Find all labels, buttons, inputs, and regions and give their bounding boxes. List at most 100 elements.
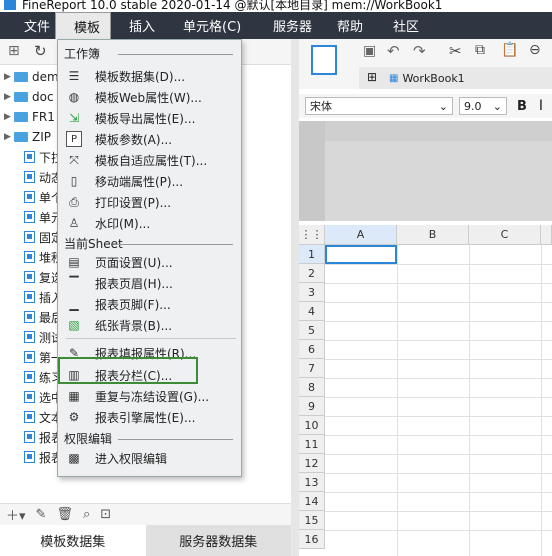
grid-icon: ⊞ bbox=[367, 70, 378, 84]
tree-folder[interactable]: ▶ doc bbox=[4, 87, 54, 107]
parameter-icon: P bbox=[66, 131, 82, 147]
menu-item-export-attributes[interactable]: ⇲ 模板导出属性(E)... bbox=[66, 108, 236, 128]
menu-item-paper-background[interactable]: ▧ 纸张背景(B)... bbox=[66, 315, 236, 335]
stamp-icon: ♙ bbox=[68, 216, 80, 230]
row-header[interactable]: 1 bbox=[299, 245, 325, 264]
delete-icon[interactable]: 🗑 bbox=[56, 507, 73, 522]
tree-folder[interactable]: ▶ dem bbox=[4, 67, 59, 87]
save-icon[interactable]: ▣ bbox=[363, 43, 376, 59]
row-header[interactable]: 4 bbox=[299, 302, 325, 321]
report-file-icon bbox=[24, 351, 35, 363]
row-header[interactable]: 14 bbox=[299, 492, 325, 511]
ruler-area bbox=[299, 121, 552, 221]
vertical-ruler bbox=[299, 121, 325, 221]
row-header[interactable]: 11 bbox=[299, 435, 325, 454]
search-file-icon[interactable]: ⌕ bbox=[83, 507, 90, 522]
row-header[interactable]: 12 bbox=[299, 454, 325, 473]
menu-community[interactable]: 社区 bbox=[387, 12, 439, 39]
font-size-select[interactable]: 9.0 ⌄ bbox=[459, 97, 507, 115]
row-header[interactable]: 9 bbox=[299, 397, 325, 416]
edit-icon[interactable]: ✎ bbox=[36, 507, 47, 522]
tree-folder[interactable]: ▶ FR1 bbox=[4, 107, 55, 127]
locate-icon[interactable]: ⊡ bbox=[100, 507, 111, 522]
permission-icon: ▩ bbox=[68, 451, 80, 465]
menu-file[interactable]: 文件 bbox=[0, 12, 55, 39]
menu-item-print-settings[interactable]: ⎙ 打印设置(P)... bbox=[66, 192, 236, 212]
menu-item-template-dataset[interactable]: ☰ 模板数据集(D)... bbox=[66, 66, 236, 86]
row-header[interactable]: 5 bbox=[299, 321, 325, 340]
menu-item-enter-permission-edit[interactable]: ▩ 进入权限编辑 bbox=[66, 448, 236, 468]
row-header[interactable]: 7 bbox=[299, 359, 325, 378]
row-header[interactable]: 13 bbox=[299, 473, 325, 492]
add-icon[interactable]: ＋▾ bbox=[6, 505, 26, 524]
row-header[interactable]: 8 bbox=[299, 378, 325, 397]
menu-item-repeat-freeze[interactable]: ▦ 重复与冻结设置(G)... bbox=[66, 386, 236, 406]
app-logo-icon bbox=[4, 0, 16, 10]
panel-splitter[interactable] bbox=[291, 39, 299, 556]
column-header[interactable]: B bbox=[397, 225, 469, 245]
bold-button[interactable]: B bbox=[517, 99, 527, 114]
section-current-sheet: 当前Sheet bbox=[64, 237, 123, 251]
format-painter-icon[interactable]: ⊖ bbox=[529, 42, 541, 58]
menu-item-report-footer[interactable]: ▁ 报表页脚(F)... bbox=[66, 294, 236, 314]
paste-icon[interactable]: 📋 bbox=[501, 42, 518, 58]
column-header[interactable] bbox=[541, 225, 552, 245]
refresh-icon[interactable]: ↻ bbox=[34, 42, 47, 60]
font-family-select[interactable]: 宋体 ⌄ bbox=[305, 97, 453, 115]
column-header[interactable]: C bbox=[469, 225, 541, 245]
report-file-icon bbox=[24, 211, 35, 223]
row-header[interactable]: 3 bbox=[299, 283, 325, 302]
menu-cell[interactable]: 单元格(C) bbox=[179, 12, 267, 39]
font-toolbar: 宋体 ⌄ 9.0 ⌄ B I bbox=[299, 94, 552, 118]
menu-item-web-attributes[interactable]: ◍ 模板Web属性(W)... bbox=[66, 87, 236, 107]
report-file-icon bbox=[24, 231, 35, 243]
report-file-icon bbox=[24, 171, 35, 183]
cut-icon[interactable]: ✂ bbox=[449, 42, 462, 60]
menu-item-report-header[interactable]: ▔ 报表页眉(H)... bbox=[66, 273, 236, 293]
menu-item-template-parameters[interactable]: P 模板参数(A)... bbox=[66, 129, 236, 149]
report-file-icon bbox=[24, 311, 35, 323]
redo-icon[interactable]: ↷ bbox=[413, 42, 426, 60]
menu-item-mobile-attributes[interactable]: ▯ 移动端属性(P)... bbox=[66, 171, 236, 191]
row-header[interactable]: 15 bbox=[299, 511, 325, 530]
page-setup-icon: ▤ bbox=[68, 255, 80, 269]
report-file-icon bbox=[24, 271, 35, 283]
report-file-icon bbox=[24, 191, 35, 203]
menu-item-watermark[interactable]: ♙ 水印(M)... bbox=[66, 213, 236, 233]
image-icon: ▧ bbox=[68, 318, 80, 332]
menu-item-page-setup[interactable]: ▤ 页面设置(U)... bbox=[66, 252, 236, 272]
row-header[interactable]: 10 bbox=[299, 416, 325, 435]
tab-server-dataset[interactable]: 服务器数据集 bbox=[145, 525, 291, 556]
menu-insert[interactable]: 插入 bbox=[111, 12, 179, 39]
dataset-tabs: 模板数据集 服务器数据集 bbox=[0, 525, 291, 556]
menu-template[interactable]: 模板 bbox=[55, 12, 111, 39]
italic-button-icon[interactable]: I bbox=[539, 98, 543, 114]
new-folder-icon[interactable]: ⊞ bbox=[8, 43, 20, 59]
report-file-icon bbox=[24, 371, 35, 383]
row-header[interactable]: 16 bbox=[299, 530, 325, 549]
header-icon: ▔ bbox=[69, 276, 79, 290]
menu-help[interactable]: 帮助 bbox=[335, 12, 387, 39]
folder-icon bbox=[14, 132, 28, 142]
tab-template-dataset[interactable]: 模板数据集 bbox=[0, 525, 146, 556]
folder-icon bbox=[14, 92, 28, 102]
menu-server[interactable]: 服务器 bbox=[267, 12, 335, 39]
spreadsheet-grid[interactable]: ⋮⋮ A B C 1 2 3 4 5 6 7 8 9 10 11 12 13 1… bbox=[299, 225, 552, 556]
copy-icon[interactable]: ⧉ bbox=[475, 42, 485, 58]
app-window: FineReport 10.0 stable 2020-01-14 @默认[本地… bbox=[0, 0, 552, 556]
tree-folder[interactable]: ▶ ZIP bbox=[4, 127, 51, 147]
menu-item-adaptive-attributes[interactable]: ⤧ 模板自适应属性(T)... bbox=[66, 150, 236, 170]
undo-icon[interactable]: ↶ bbox=[387, 42, 400, 60]
menu-item-engine-attributes[interactable]: ⚙ 报表引擎属性(E)... bbox=[66, 407, 236, 427]
column-header[interactable]: A bbox=[325, 225, 397, 245]
folder-icon bbox=[14, 72, 28, 82]
selected-cell-a1[interactable] bbox=[325, 245, 397, 264]
row-header[interactable]: 2 bbox=[299, 264, 325, 283]
select-all-corner[interactable]: ⋮⋮ bbox=[299, 225, 325, 245]
main-toolbar: ▣ ↶ ↷ ✂ ⧉ 📋 ⊖ ⊞ ▦ WorkBook1 bbox=[299, 39, 552, 89]
row-header[interactable]: 6 bbox=[299, 340, 325, 359]
report-file-icon bbox=[24, 391, 35, 403]
engine-icon: ⚙ bbox=[68, 410, 80, 424]
new-report-icon[interactable] bbox=[311, 45, 337, 75]
report-file-icon bbox=[24, 251, 35, 263]
